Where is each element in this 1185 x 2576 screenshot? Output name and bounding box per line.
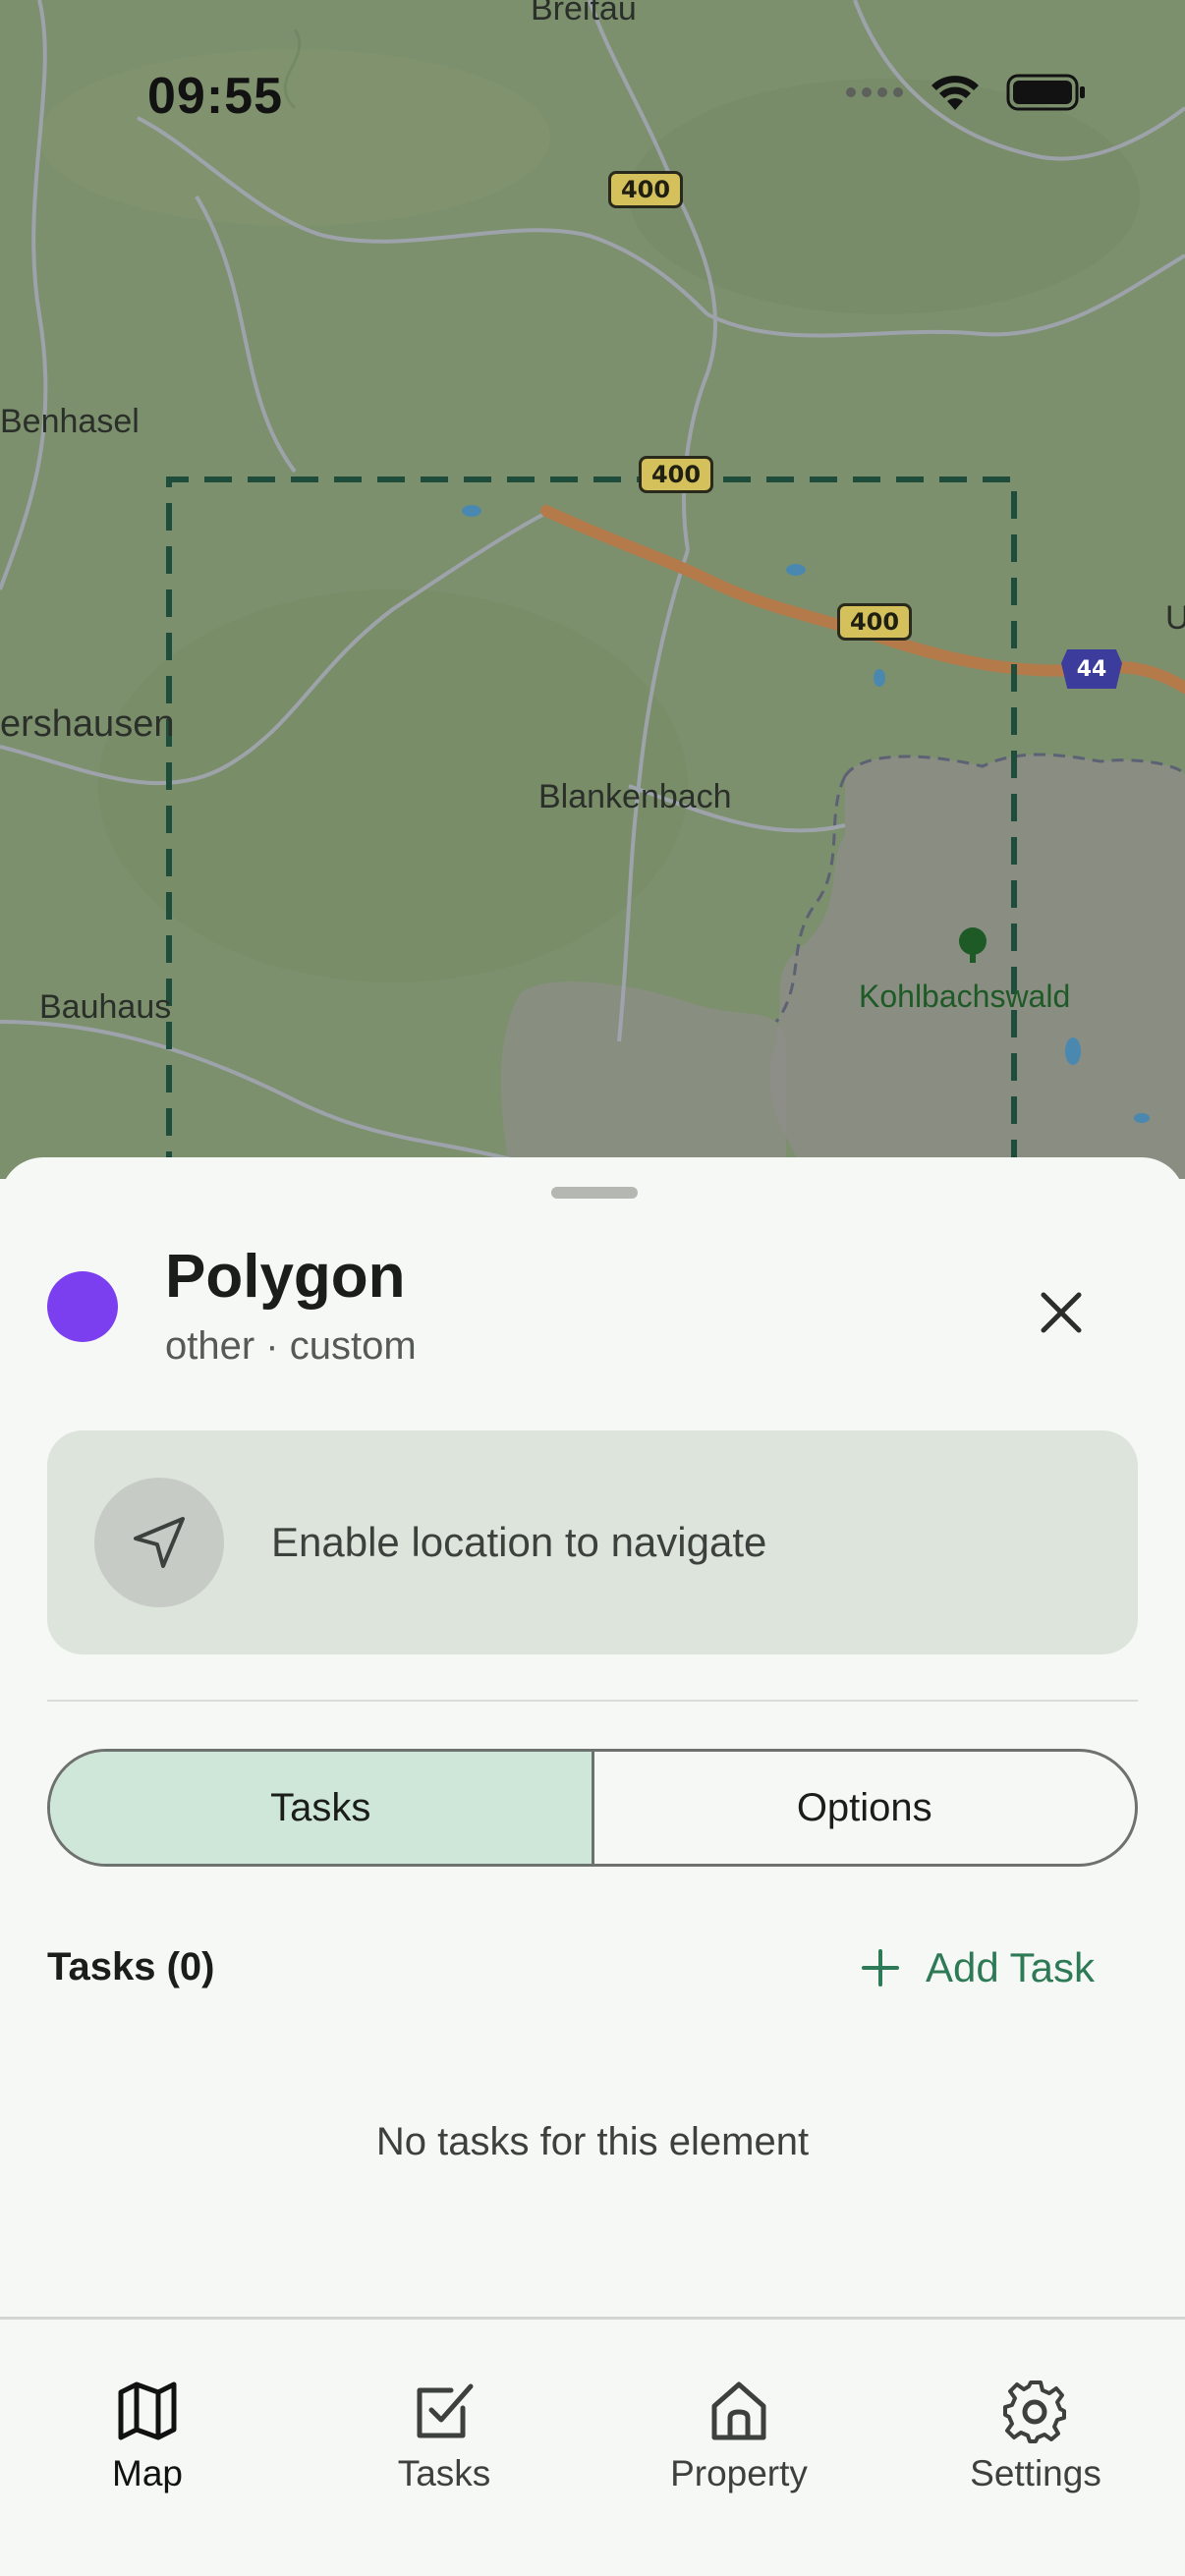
- tab-label: Settings: [970, 2453, 1101, 2493]
- navigate-icon-circle: [94, 1478, 224, 1607]
- tab-property[interactable]: Property: [621, 2379, 857, 2494]
- map-place-label: Kohlbachswald: [859, 979, 1071, 1014]
- element-subtitle: other · custom: [165, 1324, 417, 1368]
- signal-icon: [846, 87, 903, 97]
- checkbox-icon: [417, 2383, 474, 2438]
- battery-icon: [1006, 74, 1085, 111]
- empty-tasks-message: No tasks for this element: [375, 2120, 810, 2163]
- map-place-label: Breitau: [531, 0, 637, 28]
- element-title: Polygon: [165, 1243, 406, 1311]
- bottom-tab-bar: Map Tasks Property Settings: [0, 2317, 1185, 2576]
- road-shield: 400: [837, 603, 912, 641]
- navigate-prompt: Enable location to navigate: [271, 1519, 767, 1565]
- tab-label: Tasks: [397, 2453, 491, 2493]
- tab-label: Map: [112, 2453, 183, 2493]
- wifi-icon: [931, 76, 979, 110]
- tab-map[interactable]: Map: [29, 2379, 265, 2494]
- map-place-label: ershausen: [0, 703, 175, 745]
- gear-icon: [1003, 2380, 1066, 2443]
- map-place-label: Benhasel: [0, 403, 140, 440]
- map-view[interactable]: Breitau Benhasel ershausen Blankenbach B…: [0, 0, 1185, 1179]
- tab-label: Property: [670, 2453, 808, 2493]
- navigate-card[interactable]: Enable location to navigate: [47, 1430, 1138, 1654]
- status-time: 09:55: [147, 68, 283, 125]
- tab-settings[interactable]: Settings: [918, 2379, 1154, 2494]
- close-icon: [1041, 1292, 1082, 1333]
- status-icons: [845, 73, 1087, 112]
- tab-tasks[interactable]: Tasks: [326, 2379, 562, 2494]
- highway-shield: 44: [1061, 649, 1122, 689]
- close-button[interactable]: [1022, 1273, 1100, 1352]
- navigation-arrow-icon: [134, 1517, 185, 1568]
- tasks-heading: Tasks (0): [47, 1945, 215, 1988]
- add-task-button[interactable]: Add Task: [861, 1933, 1095, 2002]
- segment-options[interactable]: Options: [594, 1752, 1136, 1864]
- segment-tasks[interactable]: Tasks: [50, 1752, 594, 1864]
- map-place-label: Bauhaus: [39, 988, 172, 1026]
- element-color-dot: [47, 1271, 118, 1342]
- road-shield: 400: [639, 456, 713, 493]
- map-place-label: Blankenbach: [538, 778, 732, 815]
- road-shield: 400: [608, 171, 683, 208]
- divider: [47, 1700, 1138, 1702]
- map-icon: [118, 2381, 177, 2440]
- sheet-grabber[interactable]: [551, 1187, 638, 1199]
- home-icon: [711, 2381, 766, 2440]
- plus-icon: [862, 1949, 899, 1987]
- add-task-label: Add Task: [926, 1944, 1095, 1990]
- segmented-control: Tasks Options: [47, 1749, 1138, 1867]
- map-place-label: U: [1165, 599, 1185, 637]
